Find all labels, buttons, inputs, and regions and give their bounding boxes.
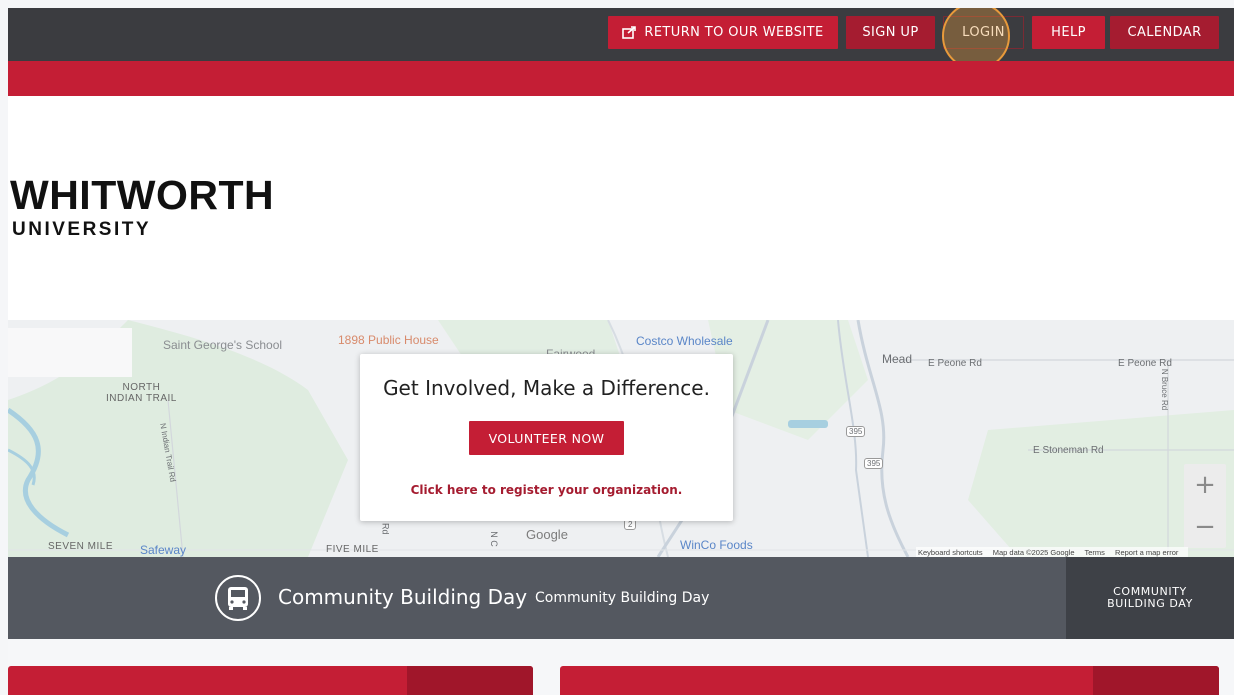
volunteer-now-button[interactable]: VOLUNTEER NOW: [469, 421, 624, 455]
google-logo: Google: [526, 527, 568, 542]
return-to-website-button[interactable]: RETURN TO OUR WEBSITE: [608, 16, 838, 49]
map-attribution: Keyboard shortcuts Map data ©2025 Google…: [916, 547, 1189, 557]
register-organization-link[interactable]: Click here to register your organization…: [360, 483, 733, 497]
map-label-north-indian-trail: NORTH INDIAN TRAIL: [106, 382, 177, 404]
bottom-panel-right[interactable]: [560, 666, 1219, 695]
community-building-day-label: COMMUNITY BUILDING DAY: [1107, 585, 1193, 610]
logo-section: WHITWORTH UNIVERSITY: [8, 96, 1234, 320]
bus-icon: [215, 575, 261, 621]
zoom-out-button[interactable]: −: [1184, 506, 1226, 548]
map[interactable]: Saint George's School 1898 Public House …: [8, 320, 1234, 557]
help-button[interactable]: HELP: [1032, 16, 1105, 49]
map-label-peone-2: E Peone Rd: [1118, 358, 1172, 369]
map-label-safeway: Safeway: [140, 543, 187, 557]
logo-wordmark[interactable]: WHITWORTH: [10, 172, 274, 219]
keyboard-shortcuts-link[interactable]: Keyboard shortcuts: [918, 548, 983, 557]
logo-subtitle: UNIVERSITY: [12, 219, 152, 240]
map-zoom-control: + −: [1184, 464, 1226, 548]
return-to-website-label: RETURN TO OUR WEBSITE: [644, 25, 824, 40]
map-label-costco: Costco Wholesale: [636, 334, 733, 348]
map-label-pub: 1898 Public House: [338, 333, 439, 347]
community-subtitle: Community Building Day: [535, 590, 710, 606]
report-error-link[interactable]: Report a map error: [1115, 548, 1178, 557]
external-link-icon: [622, 26, 637, 39]
top-nav-bar: RETURN TO OUR WEBSITE SIGN UP LOGIN HELP…: [8, 8, 1234, 70]
panel-accent: [1093, 666, 1219, 695]
map-label-bruce-rd: N Bruce Rd: [1160, 368, 1170, 411]
login-label: LOGIN: [962, 25, 1005, 40]
sign-up-button[interactable]: SIGN UP: [846, 16, 935, 49]
bottom-panel-left[interactable]: [8, 666, 533, 695]
map-data-text: Map data ©2025 Google: [992, 548, 1075, 557]
zoom-in-button[interactable]: +: [1184, 464, 1226, 506]
map-label-school: Saint George's School: [163, 338, 283, 352]
card-title: Get Involved, Make a Difference.: [383, 376, 710, 400]
community-building-day-tab[interactable]: COMMUNITY BUILDING DAY: [1066, 557, 1234, 639]
map-highway-shield-1: 395: [846, 426, 866, 437]
map-label-winco: WinCo Foods: [680, 538, 753, 552]
map-label-stoneman: E Stoneman Rd: [1033, 445, 1104, 456]
get-involved-card: Get Involved, Make a Difference. VOLUNTE…: [360, 354, 733, 521]
page: RETURN TO OUR WEBSITE SIGN UP LOGIN HELP…: [8, 8, 1234, 695]
community-bar: Community Building Day Community Buildin…: [8, 557, 1234, 639]
panel-accent: [407, 666, 533, 695]
calendar-label: CALENDAR: [1127, 25, 1202, 40]
red-band: [8, 61, 1234, 96]
map-highway-shield-2: 395: [864, 458, 884, 469]
sign-up-label: SIGN UP: [862, 25, 919, 40]
terms-link[interactable]: Terms: [1085, 548, 1105, 557]
map-label-peone-1: E Peone Rd: [928, 358, 982, 369]
map-label-five-mile: FIVE MILE: [326, 544, 379, 555]
map-label-mead: Mead: [882, 352, 913, 366]
calendar-button[interactable]: CALENDAR: [1110, 16, 1219, 49]
map-search-box[interactable]: [8, 328, 132, 377]
login-button[interactable]: LOGIN: [943, 16, 1024, 49]
community-title: Community Building Day: [278, 585, 528, 609]
map-label-road-n: N C: [488, 531, 499, 547]
help-label: HELP: [1051, 25, 1086, 40]
map-label-seven-mile: SEVEN MILE: [48, 541, 114, 552]
